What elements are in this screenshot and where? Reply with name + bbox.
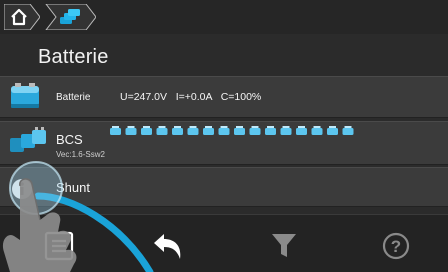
cell-module <box>187 128 199 135</box>
cell-module-terminal <box>205 126 212 128</box>
cell-module-terminal <box>282 126 290 128</box>
cell-module <box>234 128 245 135</box>
cell-module <box>172 128 183 135</box>
cell-modules-strip <box>110 126 354 135</box>
cell-module <box>327 128 338 135</box>
cell-module-terminal <box>174 126 181 128</box>
battery-cells-icon <box>10 127 46 152</box>
row-label-batterie: Batterie <box>56 92 91 103</box>
cell-module-terminal <box>112 126 119 128</box>
row-label-shunt: Shunt <box>56 180 90 195</box>
list-item-bcs[interactable]: BCS Vec:1.6-Ssw2 <box>0 121 448 165</box>
cell-module <box>265 128 276 135</box>
cell-module-terminal <box>251 126 259 128</box>
cell-module <box>110 128 121 135</box>
help-icon[interactable]: ? <box>378 231 414 261</box>
help-glyph: ? <box>391 237 401 256</box>
back-arrow-icon[interactable] <box>150 231 186 261</box>
cell-module <box>342 128 354 135</box>
cell-module-terminal <box>344 126 352 128</box>
cell-module <box>141 128 152 135</box>
cell-module <box>249 128 261 135</box>
battery-icon <box>11 83 39 108</box>
cell-module <box>280 128 292 135</box>
cell-module-terminal <box>329 126 336 128</box>
cell-module <box>218 128 230 135</box>
battery-screen: Batterie Batterie U=247.0V I=+0.0A C=100… <box>0 0 448 272</box>
row-label-bcs: BCS <box>56 132 83 147</box>
menu-icon[interactable] <box>42 231 78 261</box>
cell-module-terminal <box>313 126 321 128</box>
system-icon[interactable] <box>44 4 96 30</box>
cell-module <box>125 128 137 135</box>
bottom-toolbar: ? <box>0 214 448 272</box>
cell-module <box>203 128 214 135</box>
page-title: Batterie <box>38 46 109 68</box>
cell-module-terminal <box>158 126 166 128</box>
cell-module-terminal <box>127 126 135 128</box>
battery-values: U=247.0V I=+0.0A C=100% <box>120 91 262 103</box>
cell-module-terminal <box>298 126 305 128</box>
filter-icon[interactable] <box>266 231 302 261</box>
cell-module <box>156 128 168 135</box>
cell-module-terminal <box>220 126 228 128</box>
breadcrumb <box>0 0 448 34</box>
cell-module-terminal <box>189 126 197 128</box>
cell-module-terminal <box>267 126 274 128</box>
home-icon[interactable] <box>4 4 40 30</box>
cell-module <box>311 128 323 135</box>
list-item-batterie[interactable]: Batterie U=247.0V I=+0.0A C=100% <box>0 76 448 118</box>
list-item-shunt[interactable]: Shunt <box>0 167 448 207</box>
cell-module-terminal <box>236 126 243 128</box>
cell-module-terminal <box>143 126 150 128</box>
cell-module <box>296 128 307 135</box>
info-icon <box>12 179 32 199</box>
bcs-version: Vec:1.6-Ssw2 <box>56 150 105 159</box>
